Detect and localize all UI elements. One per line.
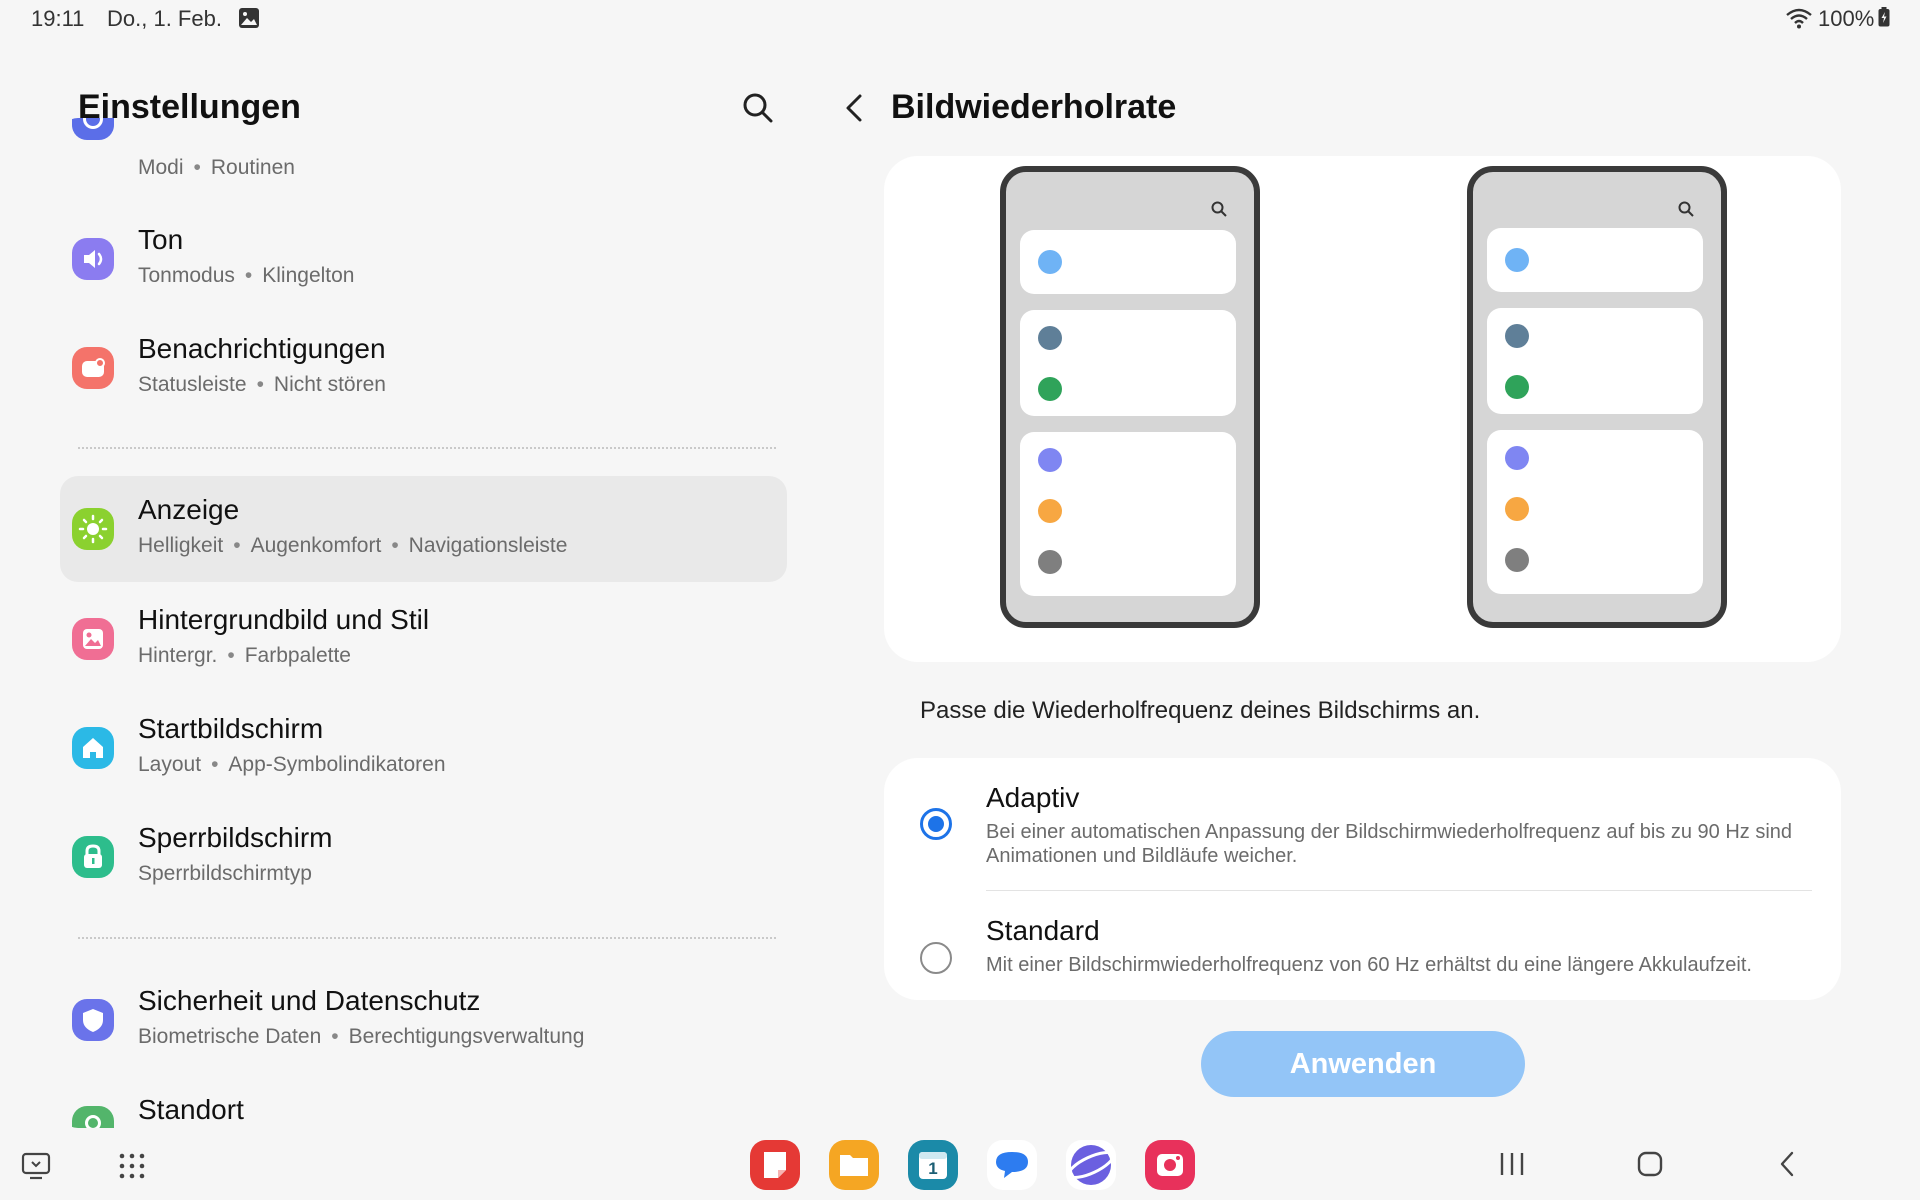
- refresh-rate-preview: [884, 156, 1841, 662]
- menu-item-security-privacy[interactable]: Sicherheit und Datenschutz Biometrische …: [60, 967, 787, 1073]
- menu-item-lock-screen[interactable]: Sperrbildschirm Sperrbildschirmtyp: [60, 804, 787, 910]
- wallpaper-icon: [72, 618, 114, 660]
- refresh-rate-options: Adaptiv Bei einer automatischen Anpassun…: [884, 758, 1841, 1000]
- notes-app-icon[interactable]: [750, 1140, 800, 1190]
- shield-icon: [72, 999, 114, 1041]
- preview-card-1: [1487, 228, 1703, 292]
- menu-item-subtitle: Modi • Routinen: [138, 156, 295, 179]
- preview-dot: [1038, 377, 1062, 401]
- search-icon: [1211, 201, 1227, 217]
- battery-percent: 100%: [1818, 6, 1875, 31]
- preview-dot: [1505, 324, 1529, 348]
- refresh-rate-description: Passe die Wiederholfrequenz deines Bilds…: [920, 697, 1481, 724]
- menu-item-subtitle: Hintergr. • Farbpalette: [138, 644, 351, 667]
- preview-dot: [1038, 250, 1062, 274]
- menu-item-title: Benachrichtigungen: [138, 333, 386, 364]
- preview-dot: [1505, 497, 1529, 521]
- preview-card-3: [1020, 432, 1236, 596]
- preview-dot: [1038, 326, 1062, 350]
- location-icon: [72, 1106, 114, 1128]
- calendar-app-icon[interactable]: 1: [908, 1140, 958, 1190]
- menu-item-subtitle: Sperrbildschirmtyp: [138, 862, 312, 885]
- navigation-bar: [0, 1128, 1920, 1200]
- menu-item-title: Standort: [138, 1094, 244, 1125]
- menu-item-display[interactable]: Anzeige Helligkeit • Augenkomfort • Navigati…: [60, 476, 787, 582]
- internet-app-icon[interactable]: [1066, 1140, 1116, 1190]
- menu-item-title: Startbildschirm: [138, 713, 324, 744]
- lock-icon: [72, 836, 114, 878]
- menu-item-notifications[interactable]: Benachrichtigungen Statusleiste • Nicht st…: [60, 315, 787, 421]
- menu-item-sound[interactable]: Ton Tonmodus • Klingelton: [60, 206, 787, 312]
- my-files-app-icon[interactable]: [829, 1140, 879, 1190]
- messages-app-icon[interactable]: [987, 1140, 1037, 1190]
- preview-dot: [1505, 446, 1529, 470]
- preview-card-1: [1020, 230, 1236, 294]
- calendar-day: 1: [928, 1159, 938, 1178]
- menu-item-home-screen[interactable]: Startbildschirm Layout • App-Symbolindikat…: [60, 695, 787, 801]
- preview-card-2: [1487, 308, 1703, 414]
- gallery-notification-icon: [239, 8, 259, 28]
- menu-item-subtitle: Biometrische Daten • Berechtigungsverwaltu…: [138, 1025, 585, 1048]
- menu-item-subtitle: Helligkeit • Augenkomfort • Navigationsleist…: [138, 534, 568, 557]
- menu-item-location[interactable]: Standort: [60, 1076, 787, 1128]
- menu-item-modes-routines[interactable]: Modi • Routinen: [60, 118, 787, 192]
- recent-apps-icon[interactable]: [1497, 1149, 1527, 1179]
- notifications-icon: [72, 347, 114, 389]
- taskbar-recent-icon[interactable]: [20, 1150, 52, 1182]
- search-icon: [1678, 201, 1694, 217]
- preview-dot: [1505, 375, 1529, 399]
- radio-standard[interactable]: [920, 942, 952, 974]
- menu-item-title: Sperrbildschirm: [138, 822, 333, 853]
- home-button-icon[interactable]: [1635, 1149, 1665, 1179]
- menu-item-subtitle: Statusleiste • Nicht stören: [138, 373, 386, 396]
- menu-item-subtitle: Tonmodus • Klingelton: [138, 264, 355, 287]
- menu-item-title: Hintergrundbild und Stil: [138, 604, 430, 635]
- option-description: Mit einer Bildschirmwiederholfrequenz vo…: [986, 954, 1752, 976]
- preview-dot: [1038, 448, 1062, 472]
- app-drawer-icon[interactable]: [118, 1152, 146, 1180]
- option-title: Adaptiv: [986, 782, 1080, 813]
- preview-dot: [1038, 499, 1062, 523]
- menu-item-title: Anzeige: [138, 494, 240, 525]
- status-bar: 19:11 Do., 1. Feb. 100%: [0, 0, 1920, 36]
- section-divider: [78, 937, 776, 939]
- preview-dot: [1505, 248, 1529, 272]
- phone-preview-adaptive: [1000, 166, 1260, 628]
- phone-preview-standard: [1467, 166, 1727, 628]
- screen-recorder-app-icon[interactable]: [1145, 1140, 1195, 1190]
- section-divider: [78, 447, 776, 449]
- option-adaptive[interactable]: Adaptiv Bei einer automatischen Anpassun…: [884, 758, 1841, 890]
- page-title: Bildwiederholrate: [891, 88, 1177, 126]
- menu-item-title: Ton: [138, 224, 184, 255]
- wifi-icon: [1786, 8, 1812, 29]
- back-arrow-icon[interactable]: [838, 90, 872, 126]
- radio-adaptive[interactable]: [920, 808, 952, 840]
- preview-card-2: [1020, 310, 1236, 416]
- back-button-icon[interactable]: [1773, 1149, 1803, 1179]
- option-title: Standard: [986, 915, 1100, 946]
- menu-item-title: Sicherheit und Datenschutz: [138, 985, 481, 1016]
- status-date: Do., 1. Feb.: [107, 6, 222, 31]
- preview-dot: [1038, 550, 1062, 574]
- sound-icon: [72, 238, 114, 280]
- modes-icon: [72, 118, 114, 140]
- menu-item-subtitle: Layout • App-Symbolindikatoren: [138, 753, 446, 776]
- option-description: Bei einer automatischen Anpassung der Bi…: [986, 821, 1793, 867]
- battery-icon: [1878, 7, 1890, 27]
- preview-dot: [1505, 548, 1529, 572]
- home-icon: [72, 727, 114, 769]
- preview-card-3: [1487, 430, 1703, 594]
- display-icon: [72, 508, 114, 550]
- status-time: 19:11: [31, 6, 85, 31]
- apply-button[interactable]: Anwenden: [1201, 1031, 1525, 1097]
- menu-item-wallpaper-style[interactable]: Hintergrundbild und Stil Hintergr. • Farbp…: [60, 586, 787, 692]
- option-standard[interactable]: Standard Mit einer Bildschirmwiederholfr…: [884, 891, 1841, 1000]
